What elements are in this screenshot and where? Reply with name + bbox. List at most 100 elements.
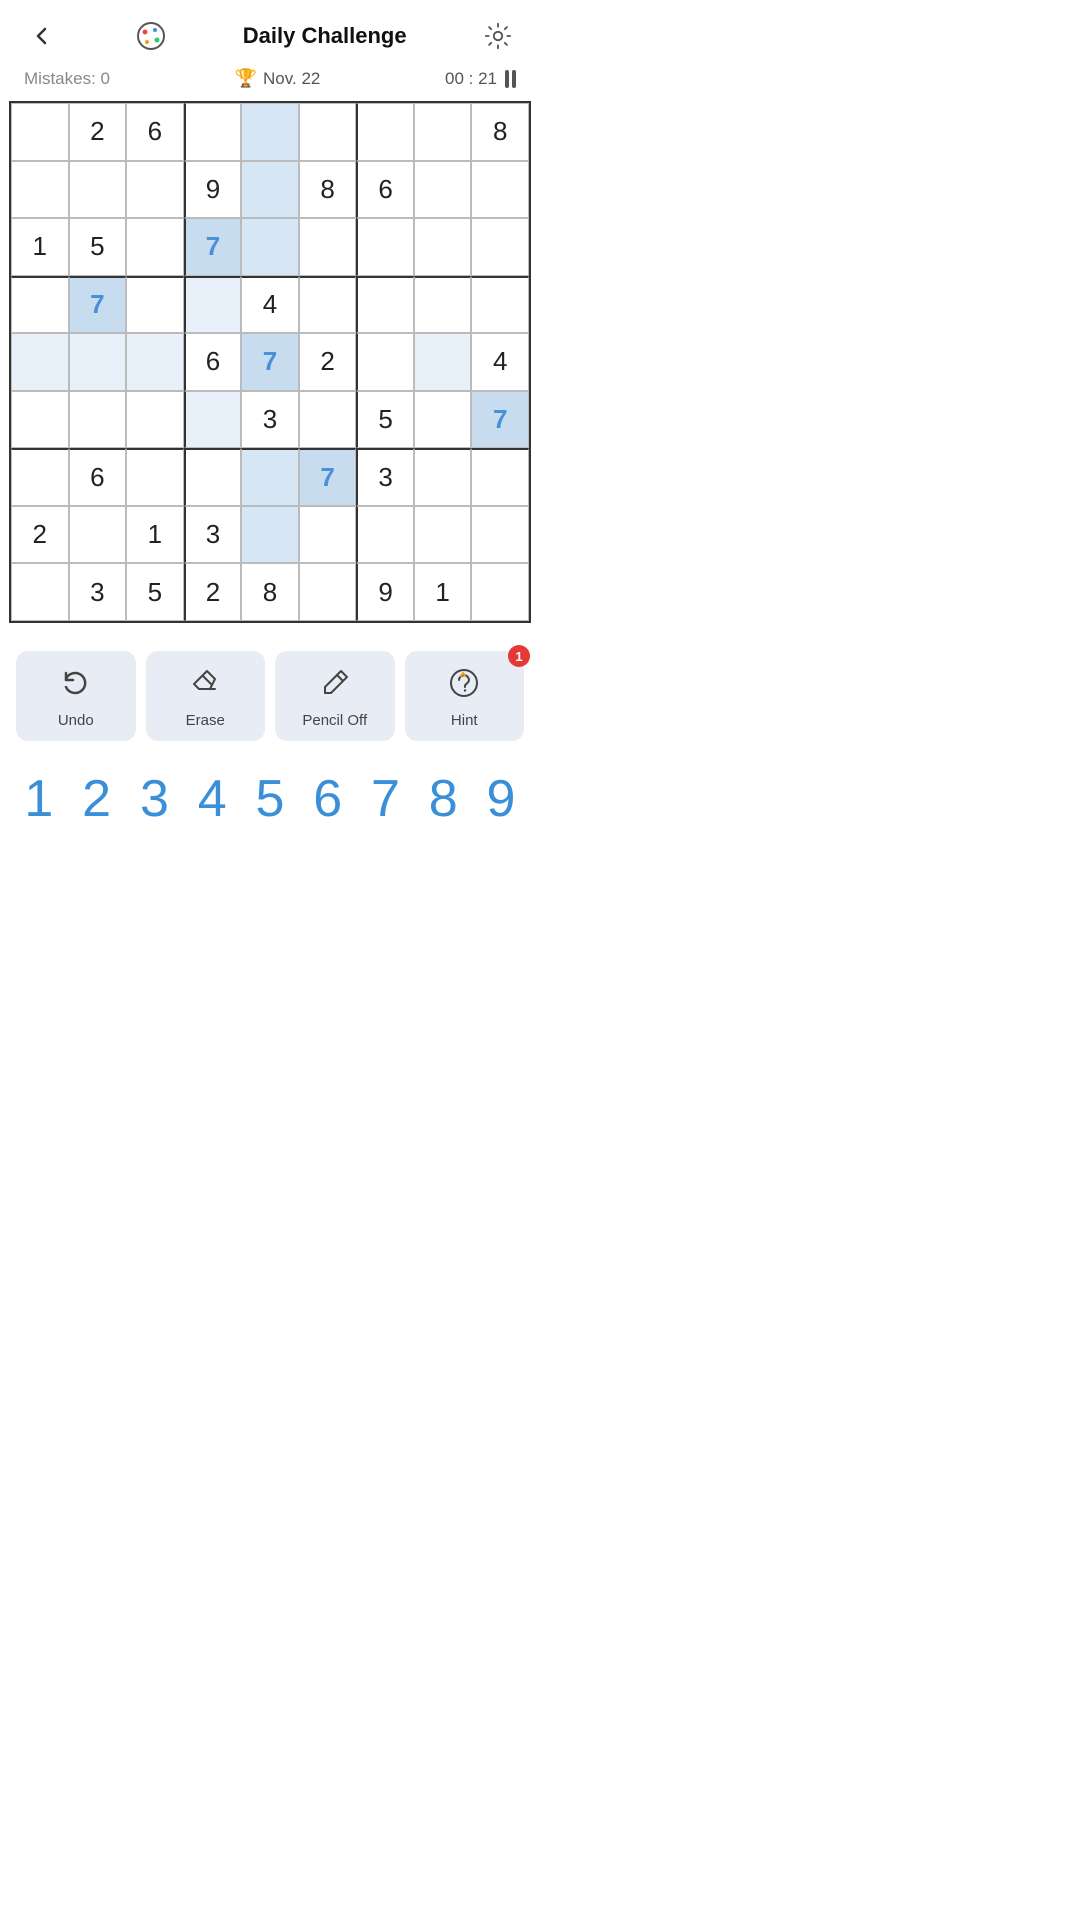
cell[interactable]: 7 (241, 333, 299, 391)
cell[interactable] (69, 506, 127, 564)
cell[interactable] (126, 391, 184, 449)
cell[interactable]: 5 (356, 391, 414, 449)
cell[interactable] (241, 218, 299, 276)
cell[interactable] (299, 391, 357, 449)
sudoku-grid[interactable]: 268986157746724357673213352891 (9, 101, 531, 623)
cell[interactable] (241, 506, 299, 564)
cell[interactable] (414, 333, 472, 391)
num-button-9[interactable]: 9 (475, 773, 527, 825)
cell[interactable]: 2 (299, 333, 357, 391)
cell[interactable] (11, 333, 69, 391)
cell[interactable] (241, 161, 299, 219)
hint-button[interactable]: 1 Hint (405, 651, 525, 741)
cell[interactable]: 4 (241, 276, 299, 334)
cell[interactable] (184, 391, 242, 449)
cell[interactable]: 8 (299, 161, 357, 219)
cell[interactable]: 6 (126, 103, 184, 161)
cell[interactable] (414, 161, 472, 219)
back-button[interactable] (24, 18, 60, 54)
cell[interactable]: 1 (126, 506, 184, 564)
cell[interactable]: 2 (11, 506, 69, 564)
cell[interactable]: 1 (11, 218, 69, 276)
num-button-8[interactable]: 8 (417, 773, 469, 825)
cell[interactable]: 3 (241, 391, 299, 449)
cell[interactable] (414, 506, 472, 564)
num-button-1[interactable]: 1 (13, 773, 65, 825)
cell[interactable]: 6 (356, 161, 414, 219)
cell[interactable]: 6 (184, 333, 242, 391)
cell[interactable]: 7 (299, 448, 357, 506)
cell[interactable] (471, 218, 529, 276)
pause-button[interactable] (505, 70, 516, 88)
cell[interactable]: 7 (184, 218, 242, 276)
num-button-2[interactable]: 2 (71, 773, 123, 825)
cell[interactable] (184, 276, 242, 334)
cell[interactable] (241, 448, 299, 506)
cell[interactable]: 8 (471, 103, 529, 161)
settings-button[interactable] (480, 18, 516, 54)
cell[interactable] (471, 563, 529, 621)
cell[interactable]: 7 (69, 276, 127, 334)
cell[interactable]: 4 (471, 333, 529, 391)
num-button-4[interactable]: 4 (186, 773, 238, 825)
cell[interactable] (126, 161, 184, 219)
cell[interactable] (471, 161, 529, 219)
cell[interactable] (126, 276, 184, 334)
cell[interactable] (414, 218, 472, 276)
cell[interactable] (11, 391, 69, 449)
cell[interactable]: 3 (69, 563, 127, 621)
cell[interactable]: 7 (471, 391, 529, 449)
cell[interactable]: 1 (414, 563, 472, 621)
cell[interactable]: 9 (356, 563, 414, 621)
cell[interactable] (11, 563, 69, 621)
undo-button[interactable]: Undo (16, 651, 136, 741)
cell[interactable] (299, 103, 357, 161)
cell[interactable] (184, 448, 242, 506)
pencil-icon (319, 667, 351, 704)
cell[interactable] (299, 506, 357, 564)
num-button-7[interactable]: 7 (359, 773, 411, 825)
cell[interactable] (471, 448, 529, 506)
num-button-6[interactable]: 6 (302, 773, 354, 825)
cell[interactable]: 5 (126, 563, 184, 621)
cell[interactable] (126, 218, 184, 276)
cell[interactable] (69, 161, 127, 219)
cell[interactable]: 2 (69, 103, 127, 161)
cell[interactable] (184, 103, 242, 161)
cell[interactable] (356, 103, 414, 161)
num-button-3[interactable]: 3 (128, 773, 180, 825)
cell[interactable] (11, 103, 69, 161)
cell[interactable] (126, 448, 184, 506)
cell[interactable]: 9 (184, 161, 242, 219)
cell[interactable] (11, 161, 69, 219)
cell[interactable] (11, 276, 69, 334)
cell[interactable] (356, 276, 414, 334)
cell[interactable] (356, 333, 414, 391)
cell[interactable]: 6 (69, 448, 127, 506)
cell[interactable]: 8 (241, 563, 299, 621)
cell[interactable] (11, 448, 69, 506)
pencil-button[interactable]: Pencil Off (275, 651, 395, 741)
cell[interactable] (299, 276, 357, 334)
cell[interactable]: 2 (184, 563, 242, 621)
cell[interactable] (299, 218, 357, 276)
cell[interactable] (69, 333, 127, 391)
cell[interactable]: 3 (184, 506, 242, 564)
num-button-5[interactable]: 5 (244, 773, 296, 825)
cell[interactable] (471, 276, 529, 334)
cell[interactable] (126, 333, 184, 391)
cell[interactable] (471, 506, 529, 564)
cell[interactable] (241, 103, 299, 161)
theme-button[interactable] (133, 18, 169, 54)
cell[interactable]: 3 (356, 448, 414, 506)
cell[interactable] (414, 391, 472, 449)
cell[interactable] (414, 448, 472, 506)
cell[interactable] (356, 218, 414, 276)
cell[interactable] (299, 563, 357, 621)
cell[interactable] (69, 391, 127, 449)
cell[interactable]: 5 (69, 218, 127, 276)
erase-button[interactable]: Erase (146, 651, 266, 741)
cell[interactable] (414, 276, 472, 334)
cell[interactable] (414, 103, 472, 161)
cell[interactable] (356, 506, 414, 564)
